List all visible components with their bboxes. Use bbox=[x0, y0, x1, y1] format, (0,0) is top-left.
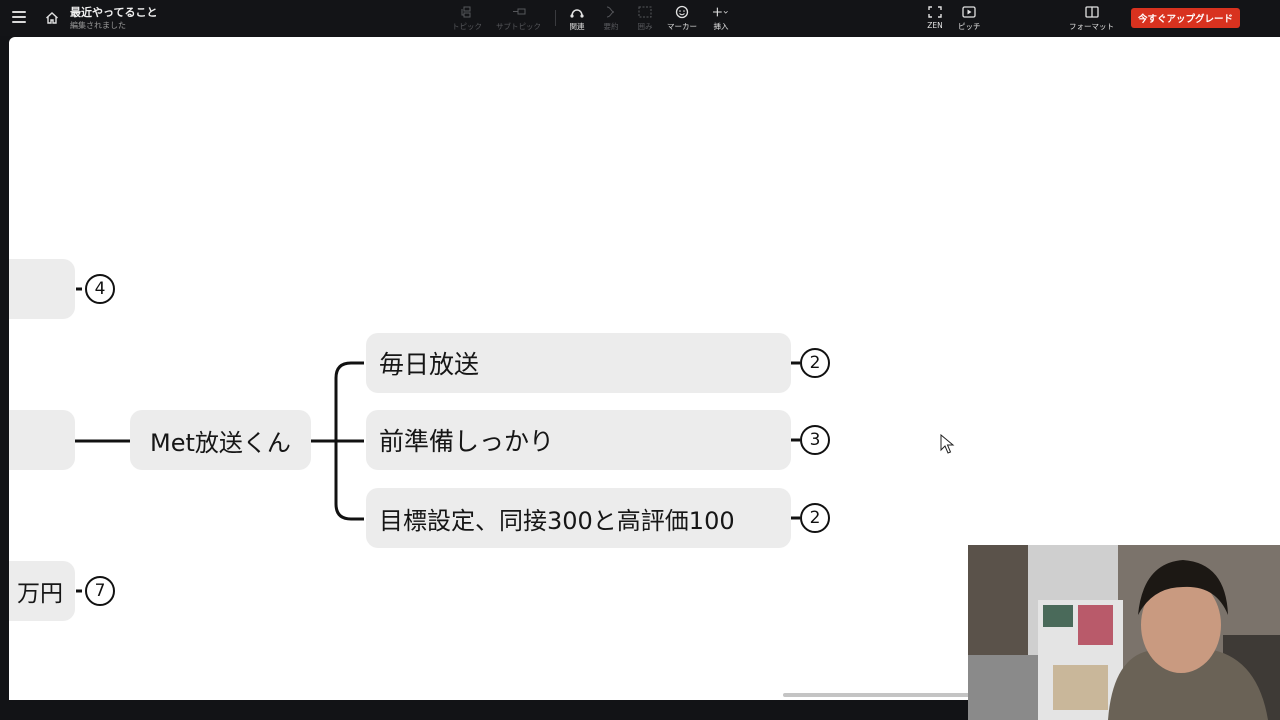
relation-button[interactable]: 関連 bbox=[569, 5, 585, 32]
plus-icon bbox=[713, 7, 728, 17]
boundary-label: 囲み bbox=[637, 22, 653, 31]
central-topic-node[interactable]: Met放送くん bbox=[130, 410, 311, 470]
topic-label: トピック bbox=[452, 22, 482, 31]
home-icon[interactable] bbox=[44, 10, 60, 26]
edit-status: 編集されました bbox=[70, 21, 126, 30]
horizontal-scrollbar[interactable] bbox=[783, 693, 983, 697]
relation-icon bbox=[570, 9, 584, 18]
hamburger-menu-icon[interactable] bbox=[12, 11, 26, 23]
panel-icon bbox=[1084, 6, 1099, 18]
insert-label: 挿入 bbox=[713, 22, 729, 31]
left-node-bottom[interactable]: 万円 bbox=[9, 561, 75, 621]
zen-button[interactable]: ZEN bbox=[927, 5, 943, 30]
marker-button[interactable]: マーカー bbox=[667, 5, 697, 32]
subtopic-label: サブトピック bbox=[496, 22, 541, 31]
collapse-badge-left-top[interactable]: 4 bbox=[85, 274, 115, 304]
pitch-button[interactable]: ピッチ bbox=[958, 5, 981, 32]
smiley-icon bbox=[675, 5, 689, 19]
subtopic-node-3[interactable]: 目標設定、同接300と高評価100 bbox=[366, 488, 791, 548]
fullscreen-icon bbox=[928, 6, 942, 18]
subtopic-icon bbox=[512, 8, 525, 15]
collapse-badge-3[interactable]: 2 bbox=[800, 503, 830, 533]
subtopic-button[interactable]: サブトピック bbox=[496, 5, 541, 32]
topic-icon bbox=[461, 6, 471, 18]
summary-icon bbox=[606, 6, 615, 18]
subtopic-node-2[interactable]: 前準備しっかり bbox=[366, 410, 791, 470]
insert-button[interactable]: 挿入 bbox=[713, 5, 729, 32]
boundary-icon bbox=[638, 6, 652, 18]
topic-button[interactable]: トピック bbox=[452, 5, 482, 32]
toolbar-divider bbox=[555, 10, 556, 26]
collapse-badge-2[interactable]: 3 bbox=[800, 425, 830, 455]
format-button[interactable]: フォーマット bbox=[1069, 5, 1114, 32]
subtopic-node-1[interactable]: 毎日放送 bbox=[366, 333, 791, 393]
top-toolbar: 最近やってること 編集されました トピック サブトピック 関連 要約 囲み マー… bbox=[0, 0, 1280, 36]
webcam-overlay bbox=[968, 545, 1280, 720]
summary-label: 要約 bbox=[603, 22, 619, 31]
left-node-top[interactable] bbox=[9, 259, 75, 319]
format-label: フォーマット bbox=[1069, 22, 1114, 31]
play-icon bbox=[962, 6, 976, 18]
boundary-button[interactable]: 囲み bbox=[637, 5, 653, 32]
zen-label: ZEN bbox=[927, 21, 943, 30]
summary-button[interactable]: 要約 bbox=[603, 5, 619, 32]
collapse-badge-1[interactable]: 2 bbox=[800, 348, 830, 378]
left-node-center[interactable] bbox=[9, 410, 75, 470]
mouse-cursor-icon bbox=[940, 434, 955, 454]
collapse-badge-left-bottom[interactable]: 7 bbox=[85, 576, 115, 606]
document-title[interactable]: 最近やってること bbox=[70, 4, 157, 20]
marker-label: マーカー bbox=[667, 22, 697, 31]
pitch-label: ピッチ bbox=[958, 22, 981, 31]
upgrade-button[interactable]: 今すぐアップグレード bbox=[1131, 8, 1240, 28]
relation-label: 関連 bbox=[569, 22, 585, 31]
